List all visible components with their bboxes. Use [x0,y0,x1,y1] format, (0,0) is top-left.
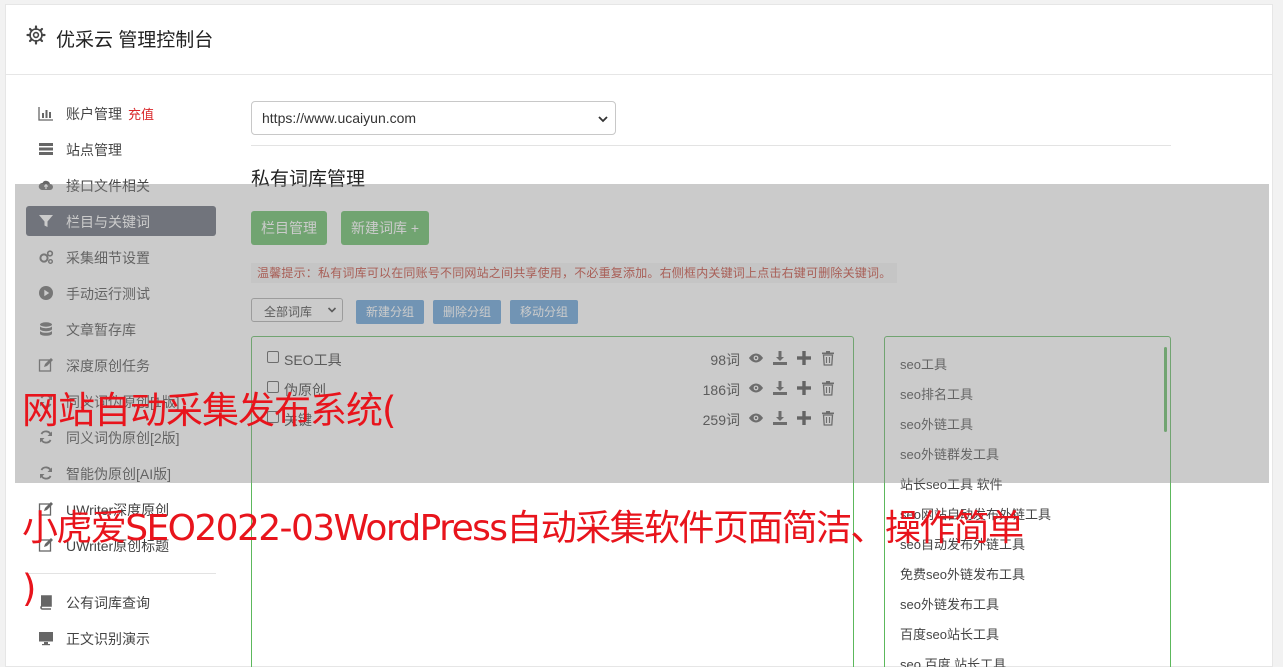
gear-icon [26,25,46,45]
keyword-item[interactable]: 免费seo外链发布工具 [900,564,1025,583]
keyword-item[interactable]: seo 百度 站长工具 [900,654,1006,667]
sidebar-item-label: 公有词库查询 [66,595,150,611]
sidebar-item-label: 站点管理 [66,142,122,158]
sidebar-item-text-recognition[interactable]: 正文识别演示 [26,620,216,656]
sidebar-item-account[interactable]: 账户管理 充值 [26,95,216,131]
recharge-link[interactable]: 充值 [128,107,154,122]
divider [251,145,1171,146]
sidebar-item-label: 正文识别演示 [66,631,150,647]
sidebar-divider [26,573,216,574]
gray-overlay [15,184,1269,483]
header: 优采云 管理控制台 [6,5,1272,75]
site-select[interactable]: https://www.ucaiyun.com [251,101,616,135]
server-icon [39,143,53,155]
chevron-down-icon [598,116,608,123]
book-icon [40,595,52,610]
keyword-item[interactable]: seo外链发布工具 [900,594,999,613]
watermark-line-2: 小虎爱SEO2022-03WordPress自动采集软件页面简洁、操作简单 [22,508,1024,549]
monitor-icon [39,632,53,646]
sidebar-item-label: 账户管理 [66,106,122,122]
watermark-line-3: ) [22,567,36,610]
keyword-item[interactable]: 百度seo站长工具 [900,624,999,643]
sidebar-item-public-library[interactable]: 公有词库查询 [26,584,216,620]
bar-chart-icon [38,107,53,121]
site-select-value: https://www.ucaiyun.com [262,110,417,126]
page-title: 优采云 管理控制台 [56,30,214,51]
sidebar-item-sites[interactable]: 站点管理 [26,131,216,167]
watermark-line-1: 网站自动采集发布系统( [22,389,396,432]
